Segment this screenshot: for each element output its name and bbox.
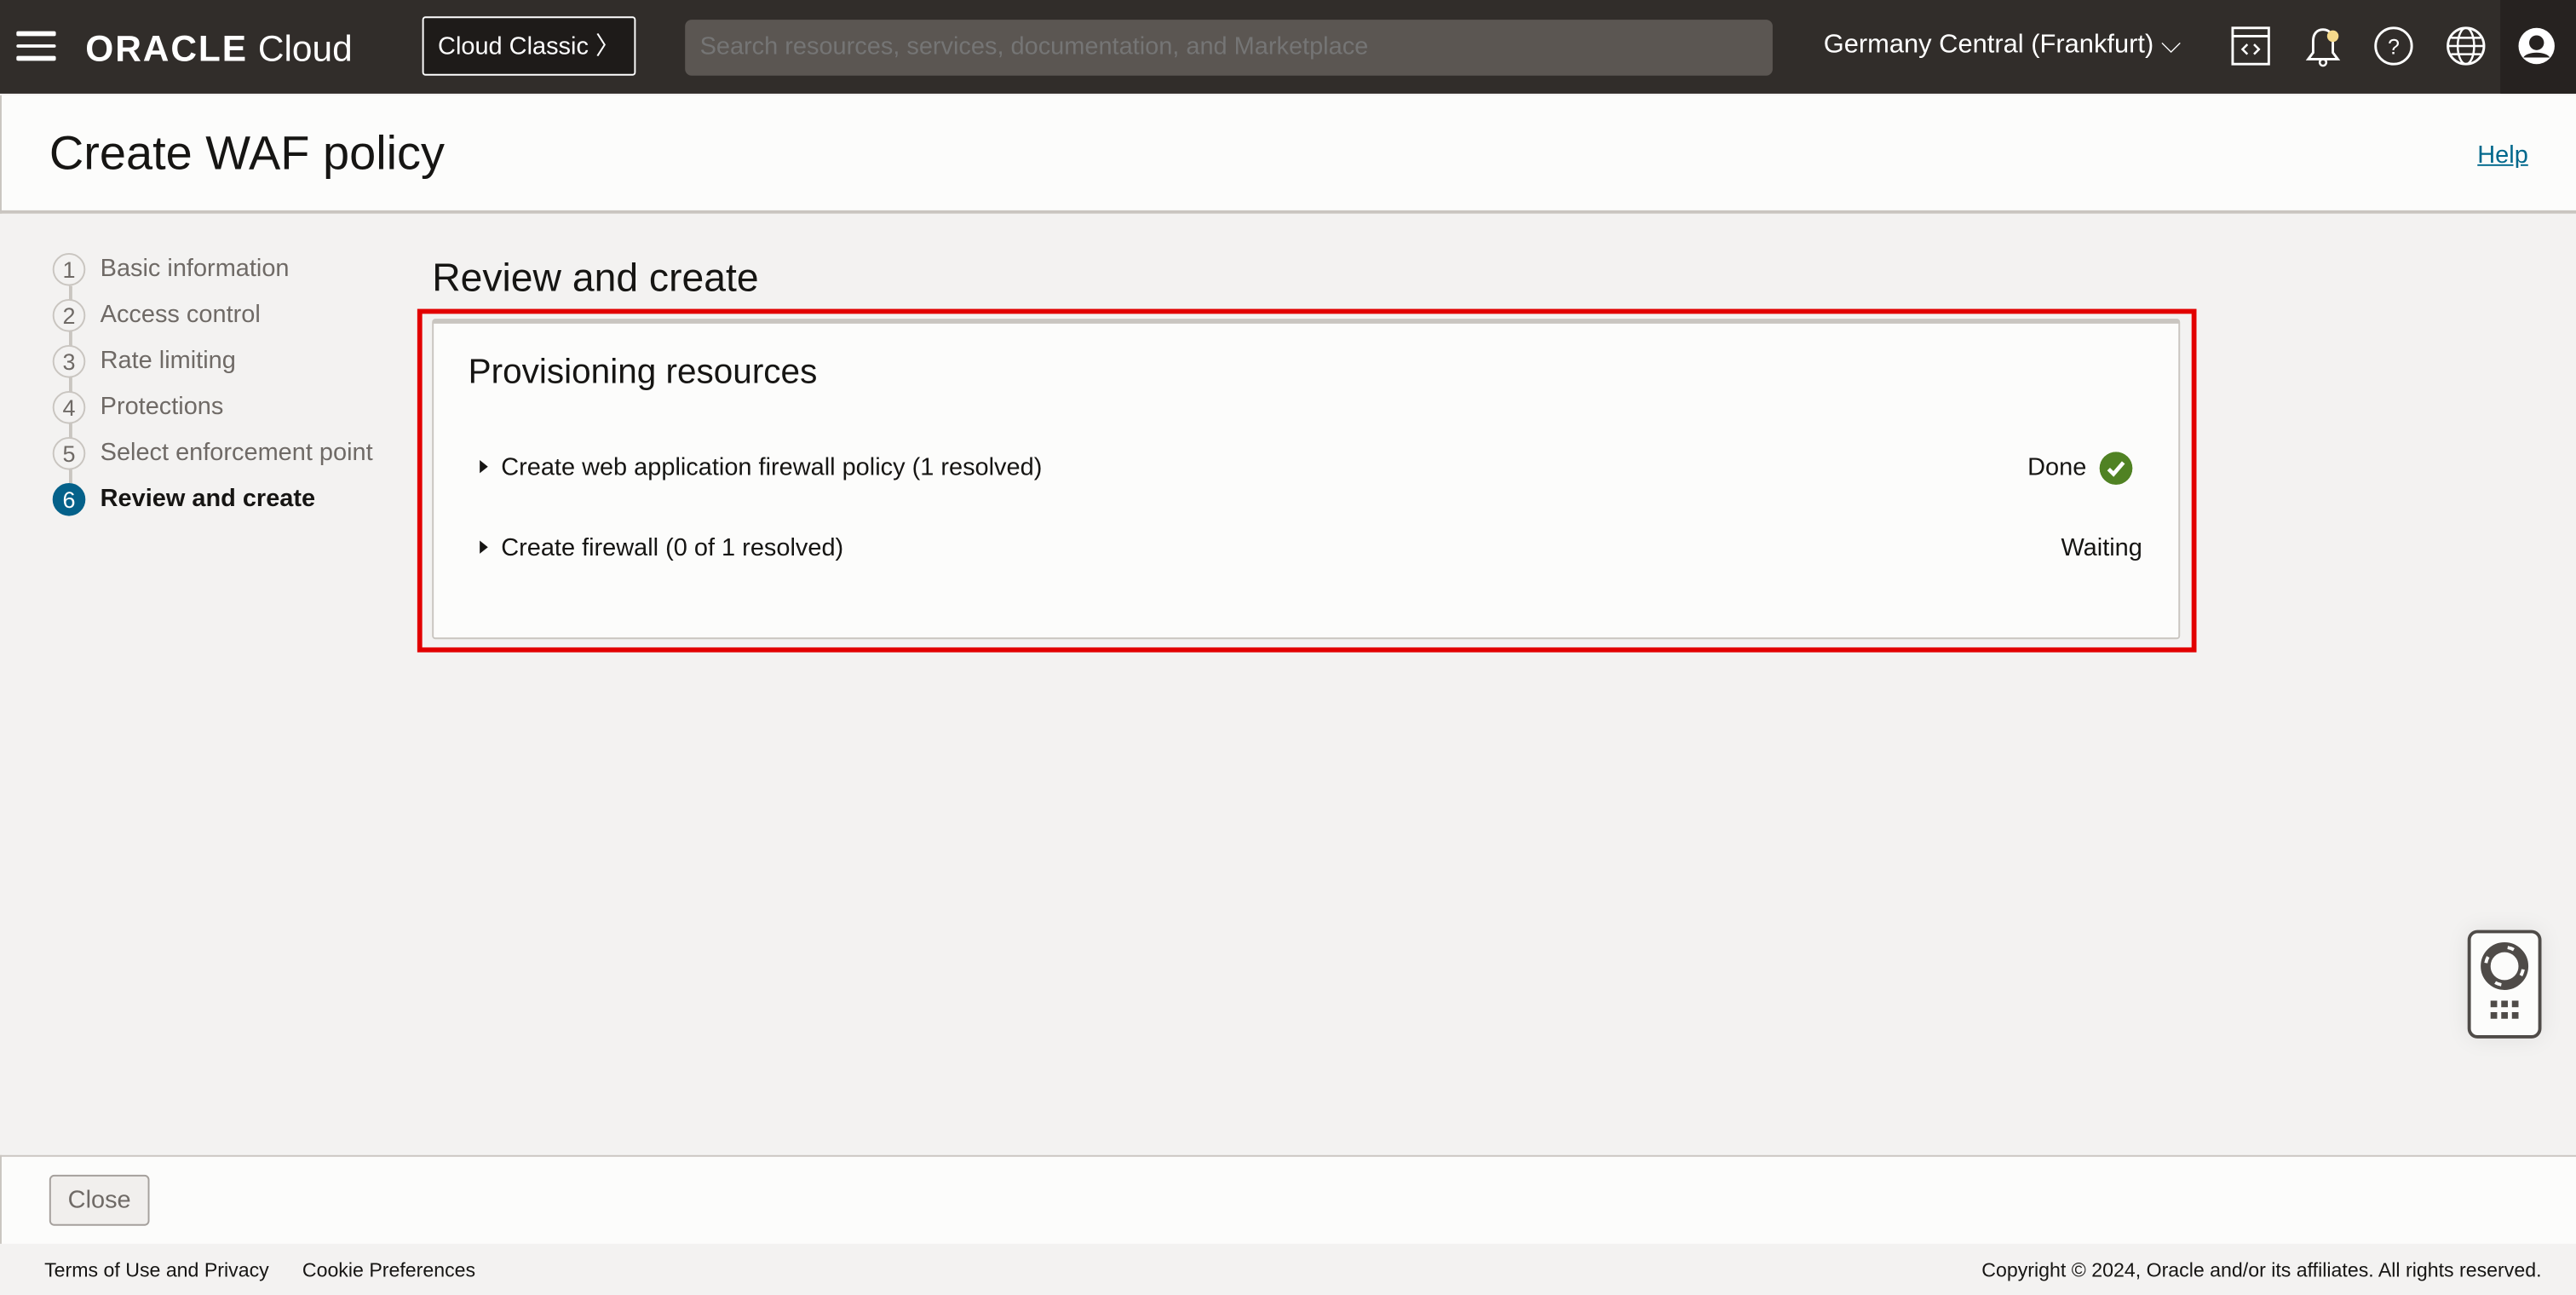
expand-triangle-icon — [480, 459, 488, 474]
step-label: Basic information — [100, 254, 290, 283]
user-profile-button[interactable] — [2500, 0, 2576, 94]
step-label: Review and create — [100, 484, 316, 513]
step-number: 1 — [52, 252, 86, 286]
copyright-text: Copyright © 2024, Oracle and/or its affi… — [1981, 1258, 2542, 1282]
section-heading: Review and create — [432, 256, 759, 301]
region-label: Germany Central (Frankfurt) — [1823, 31, 2154, 60]
step-label: Access control — [100, 300, 261, 329]
page-title: Create WAF policy — [49, 128, 445, 181]
provisioning-row-firewall[interactable]: Create firewall (0 of 1 resolved) — [480, 534, 843, 562]
brand-suffix: Cloud — [257, 27, 353, 69]
help-link[interactable]: Help — [2477, 141, 2528, 170]
code-editor-icon[interactable] — [2229, 25, 2272, 67]
success-check-icon — [2099, 452, 2133, 485]
action-bar — [0, 1154, 2576, 1244]
cloud-classic-label: Cloud Classic — [438, 32, 589, 61]
notifications-bell-icon[interactable] — [2302, 25, 2344, 67]
lifebuoy-icon — [2481, 942, 2529, 1019]
page: ORACLE Cloud Cloud Classic 〉 Germany Cen… — [0, 0, 2576, 1295]
card-title: Provisioning resources — [468, 353, 818, 391]
chevron-down-icon: ⌵ — [2160, 31, 2182, 60]
top-nav-bar: ORACLE Cloud Cloud Classic 〉 Germany Cen… — [0, 0, 2576, 94]
close-button[interactable]: Close — [49, 1174, 150, 1226]
language-globe-icon[interactable] — [2445, 25, 2487, 67]
status-done: Done — [2027, 453, 2087, 482]
help-question-icon[interactable]: ? — [2372, 25, 2415, 67]
step-number: 4 — [52, 390, 86, 424]
row-label: Create web application firewall policy (… — [501, 453, 1043, 482]
support-help-widget[interactable] — [2467, 930, 2542, 1039]
search-input[interactable] — [685, 20, 1773, 76]
svg-text:?: ? — [2388, 36, 2400, 60]
brand-text: ORACLE — [85, 27, 249, 69]
step-label: Protections — [100, 392, 224, 421]
user-avatar-icon — [2518, 27, 2555, 65]
chevron-right-icon: 〉 — [595, 32, 620, 61]
hamburger-menu-icon[interactable] — [16, 31, 56, 61]
step-label: Rate limiting — [100, 346, 236, 375]
cloud-classic-button[interactable]: Cloud Classic 〉 — [422, 16, 636, 76]
step-number: 3 — [52, 344, 86, 378]
step-number: 5 — [52, 436, 86, 470]
status-waiting: Waiting — [2061, 533, 2142, 562]
terms-link[interactable]: Terms of Use and Privacy — [44, 1258, 269, 1281]
region-selector[interactable]: Germany Central (Frankfurt) ⌵ — [1824, 32, 2182, 61]
oracle-cloud-logo[interactable]: ORACLE Cloud — [85, 28, 352, 71]
row-label: Create firewall (0 of 1 resolved) — [501, 533, 844, 562]
provisioning-row-waf-policy[interactable]: Create web application firewall policy (… — [480, 453, 1042, 481]
step-number: 2 — [52, 298, 86, 332]
expand-triangle-icon — [480, 540, 488, 554]
cookie-preferences-link[interactable]: Cookie Preferences — [302, 1258, 475, 1281]
step-label: Select enforcement point — [100, 438, 373, 467]
step-number: 6 — [52, 482, 86, 516]
